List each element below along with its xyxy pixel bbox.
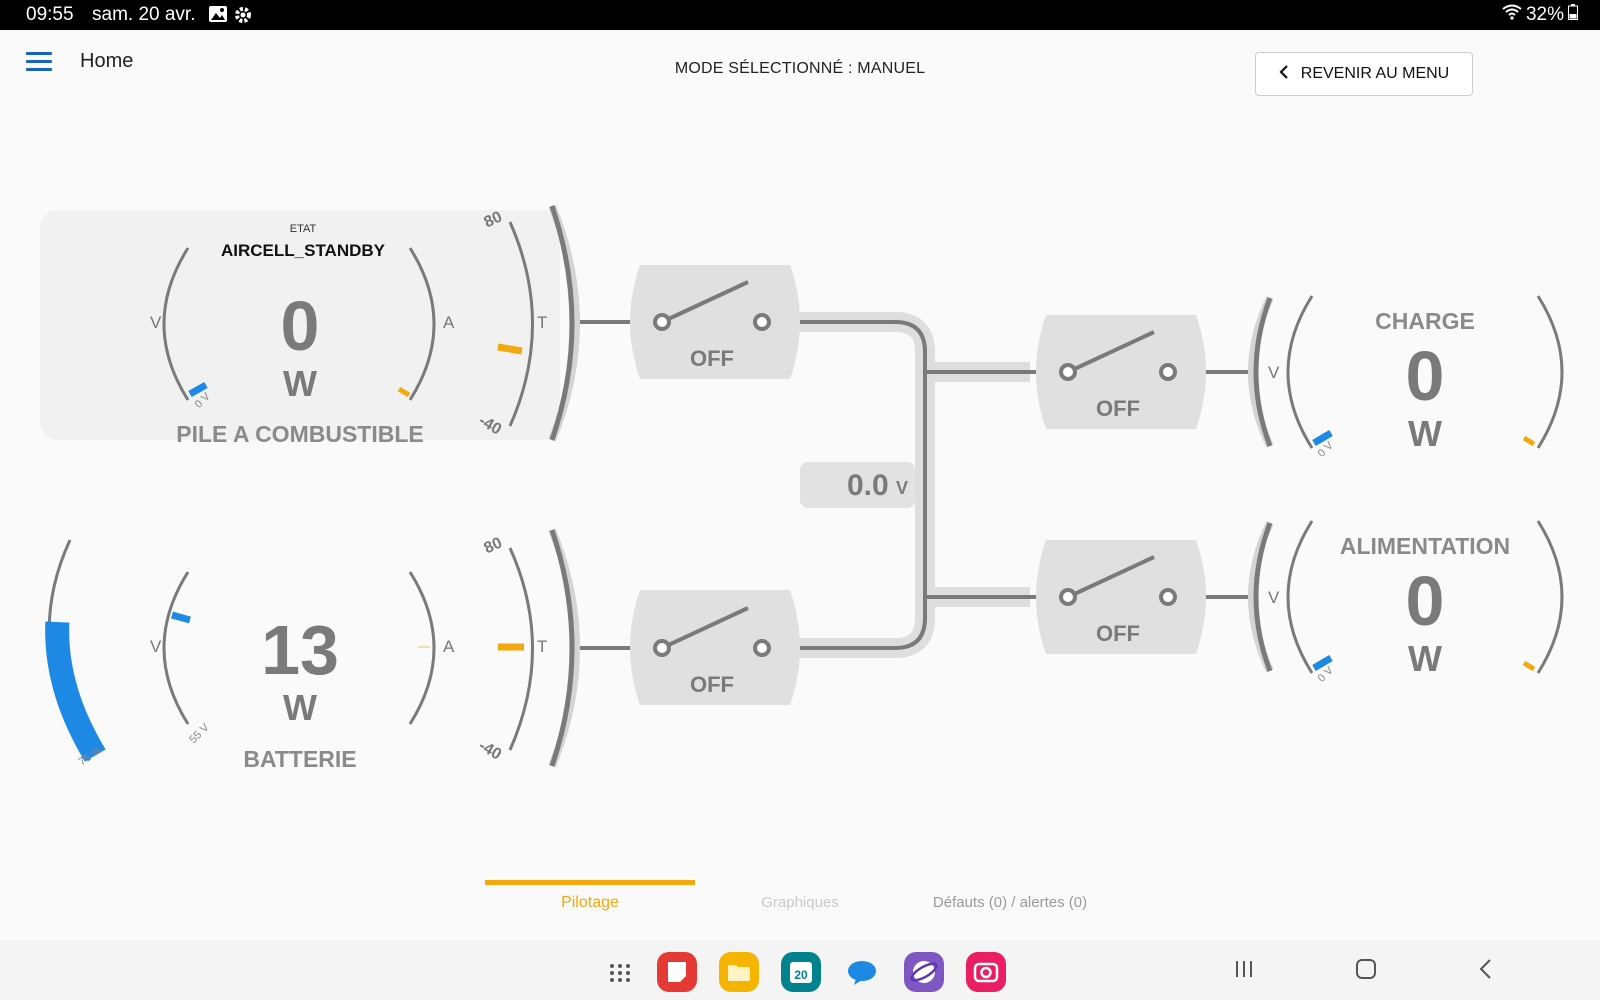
home-nav-icon[interactable] [1355, 958, 1377, 985]
battery-voltage-marker [171, 611, 191, 624]
fuel-cell-temp-marker [497, 343, 523, 355]
bus-voltage-display: 0.0 V [800, 462, 915, 508]
battery-voltage-reading: 55 V [187, 721, 212, 746]
fuel-cell-switch[interactable]: OFF [630, 265, 800, 379]
load-switch-state: OFF [1096, 396, 1140, 421]
supply-power-value: 0 [1406, 562, 1445, 640]
calendar-app-icon[interactable]: 20 [781, 952, 821, 992]
battery-name: BATTERIE [243, 746, 356, 772]
supply-v-label: V [1268, 588, 1280, 607]
apps-grid-icon[interactable] [600, 952, 640, 992]
tab-graphiques[interactable]: Graphiques [700, 894, 900, 911]
power-flow-diagram: 0.0 V OFF OFF OFF OFF V 0 V A T 80 -40 E… [40, 204, 1564, 772]
active-tab-indicator [485, 880, 695, 885]
system-navigation-bar: 20 [0, 940, 1600, 1000]
recent-apps-icon[interactable] [1233, 958, 1255, 985]
fuel-cell-state-value: AIRCELL_STANDBY [221, 241, 386, 260]
battery-temp-min: -40 [476, 737, 505, 763]
supply-switch[interactable]: OFF [1036, 540, 1206, 654]
battery-switch[interactable]: OFF [630, 590, 800, 705]
load-power-unit: W [1408, 413, 1442, 454]
fuel-cell-t-label: T [537, 313, 547, 332]
load-switch[interactable]: OFF [1036, 315, 1206, 429]
battery-a-label: A [443, 637, 455, 656]
battery-t-label: T [537, 637, 547, 656]
notes-app-icon[interactable] [657, 952, 697, 992]
fuel-cell-power-value: 0 [281, 287, 320, 365]
tab-pilotage[interactable]: Pilotage [485, 894, 695, 912]
messages-app-icon[interactable] [842, 952, 882, 992]
fuel-cell-name: PILE A COMBUSTIBLE [176, 421, 423, 447]
battery-switch-state: OFF [690, 672, 734, 697]
calendar-day: 20 [794, 968, 808, 982]
load-current-marker [1522, 435, 1536, 447]
load-power-value: 0 [1406, 337, 1445, 415]
supply-current-marker [1522, 660, 1536, 672]
files-app-icon[interactable] [719, 952, 759, 992]
bus-voltage-value: 0.0 [847, 469, 889, 502]
battery-voltage-arc [162, 571, 190, 725]
supply-name: ALIMENTATION [1340, 533, 1510, 559]
battery-current-arc [408, 571, 436, 725]
load-v-label: V [1268, 363, 1280, 382]
fuel-cell-switch-state: OFF [690, 346, 734, 371]
fuel-cell-a-label: A [443, 313, 455, 332]
fuel-cell-state-caption: ETAT [290, 223, 317, 235]
battery-temp-max: 80 [482, 534, 505, 557]
back-nav-icon[interactable] [1478, 958, 1494, 985]
tab-defauts-alertes[interactable]: Défauts (0) / alertes (0) [900, 894, 1120, 911]
fuel-cell-power-unit: W [283, 363, 317, 404]
camera-app-icon[interactable] [966, 952, 1006, 992]
battery-power-unit: W [283, 687, 317, 728]
battery-soc-bar [45, 621, 106, 762]
supply-switch-state: OFF [1096, 621, 1140, 646]
load-name: CHARGE [1375, 308, 1475, 334]
browser-app-icon[interactable] [904, 952, 944, 992]
bottom-tab-bar: Pilotage Graphiques Défauts (0) / alerte… [0, 880, 1600, 930]
battery-v-label: V [150, 637, 162, 656]
bus-voltage-unit: V [896, 478, 908, 498]
fuel-cell-v-label: V [150, 313, 162, 332]
battery-power-value: 13 [261, 611, 339, 689]
supply-power-unit: W [1408, 638, 1442, 679]
